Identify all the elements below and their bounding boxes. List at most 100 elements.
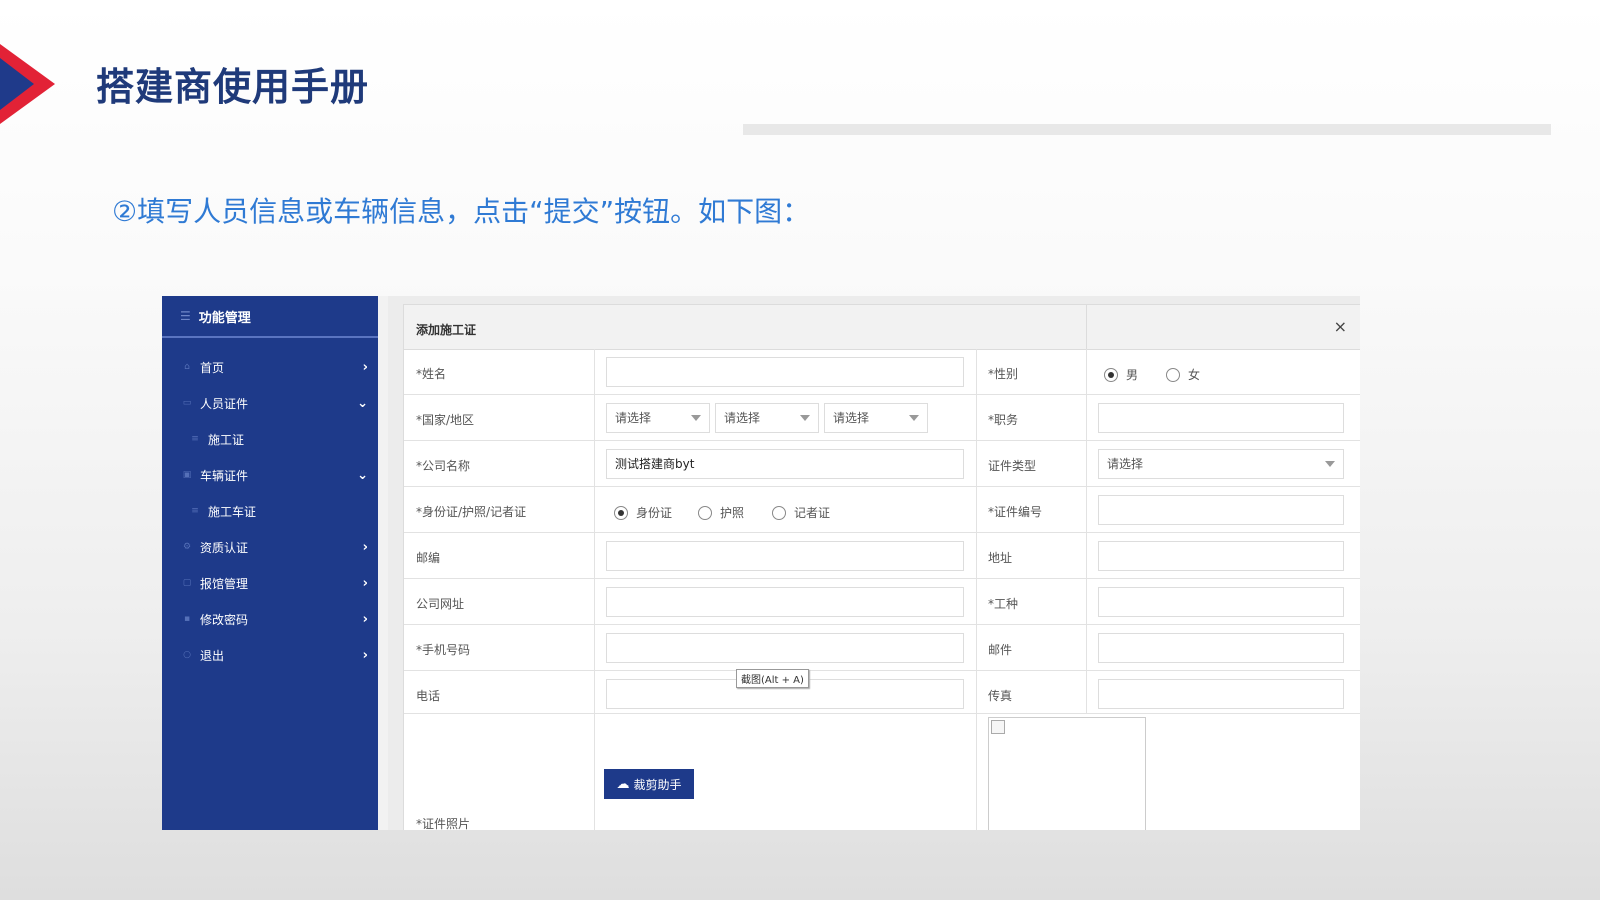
passport-label: 护照 <box>720 506 745 520</box>
sidebar-item-label: 报馆管理 <box>200 576 249 591</box>
id-type-label: *身份证/护照/记者证 <box>416 505 527 519</box>
content-gutter <box>378 296 388 830</box>
name-input[interactable] <box>606 357 964 387</box>
id-card-icon: ▭ <box>182 398 192 408</box>
chevron-down-icon: ⌄ <box>357 467 368 483</box>
close-icon[interactable]: × <box>1334 317 1347 336</box>
phone-label: 电话 <box>416 689 441 703</box>
company-input[interactable]: 测试搭建商byt <box>606 449 964 479</box>
position-label: *职务 <box>988 413 1019 427</box>
chevron-right-icon: › <box>362 539 368 555</box>
sidebar-item-label: 人员证件 <box>200 396 249 411</box>
sidebar-item-home[interactable]: ⌂ 首页 › <box>162 352 378 382</box>
country-label: *国家/地区 <box>416 413 475 427</box>
sidebar-item-vehicle-pass[interactable]: ≡ 施工车证 <box>162 496 378 526</box>
header-divider <box>1086 305 1087 349</box>
car-icon: ▣ <box>182 470 192 480</box>
email-label: 邮件 <box>988 643 1013 657</box>
website-label: 公司网址 <box>416 597 465 611</box>
chevron-right-icon: › <box>362 575 368 591</box>
mobile-label: *手机号码 <box>416 643 471 657</box>
sidebar-item-construction-pass[interactable]: ≡ 施工证 <box>162 424 378 454</box>
fax-input[interactable] <box>1098 679 1344 709</box>
press-card-label: 记者证 <box>794 506 831 520</box>
gear-icon: ⚙ <box>182 542 192 552</box>
select-placeholder: 请选择 <box>615 411 652 425</box>
title-arrow-blue <box>0 58 34 110</box>
select-placeholder: 请选择 <box>1107 457 1144 471</box>
id-card-radio[interactable]: 身份证 <box>614 504 672 521</box>
page-title: 搭建商使用手册 <box>96 65 370 109</box>
sidebar-item-label: 施工车证 <box>208 504 257 519</box>
dropdown-caret-icon <box>909 415 919 421</box>
cert-type-select[interactable]: 请选择 <box>1098 449 1344 479</box>
radio-unchecked-icon <box>1166 367 1180 382</box>
add-construction-pass-dialog: 添加施工证 × *姓名 *性别 男 女 *国家/地区 请选择 请选择 请选择 *… <box>403 304 1360 830</box>
gender-label: *性别 <box>988 367 1019 381</box>
lock-icon: ▪ <box>183 614 191 624</box>
sidebar-item-label: 首页 <box>200 360 225 375</box>
power-icon: ○ <box>183 650 191 660</box>
folder-icon: ▢ <box>182 578 192 588</box>
select-placeholder: 请选择 <box>724 411 761 425</box>
job-type-input[interactable] <box>1098 587 1344 617</box>
province-select[interactable]: 请选择 <box>715 403 819 433</box>
sidebar-item-personnel-cert[interactable]: ▭ 人员证件 ⌄ <box>162 388 378 418</box>
chevron-right-icon: › <box>362 647 368 663</box>
dropdown-caret-icon <box>691 415 701 421</box>
cloud-upload-icon: ☁ <box>616 776 630 792</box>
sidebar-item-vehicle-cert[interactable]: ▣ 车辆证件 ⌄ <box>162 460 378 490</box>
job-type-label: *工种 <box>988 597 1019 611</box>
gender-male-label: 男 <box>1126 368 1139 382</box>
sidebar-item-change-password[interactable]: ▪ 修改密码 › <box>162 604 378 634</box>
crop-helper-button[interactable]: ☁ 裁剪助手 <box>604 769 694 799</box>
mobile-input[interactable] <box>606 633 964 663</box>
id-card-label: 身份证 <box>636 506 673 520</box>
crop-helper-label: 裁剪助手 <box>633 777 682 792</box>
address-input[interactable] <box>1098 541 1344 571</box>
sidebar-item-label: 退出 <box>200 648 225 663</box>
radio-unchecked-icon <box>698 505 712 520</box>
position-input[interactable] <box>1098 403 1344 433</box>
website-input[interactable] <box>606 587 964 617</box>
sidebar-item-logout[interactable]: ○ 退出 › <box>162 640 378 670</box>
postcode-label: 邮编 <box>416 551 441 565</box>
cert-type-label: 证件类型 <box>988 459 1037 473</box>
sidebar-item-label: 施工证 <box>208 432 245 447</box>
dropdown-caret-icon <box>800 415 810 421</box>
sidebar-item-booth-report[interactable]: ▢ 报馆管理 › <box>162 568 378 598</box>
email-input[interactable] <box>1098 633 1344 663</box>
radio-checked-icon <box>614 505 628 520</box>
postcode-input[interactable] <box>606 541 964 571</box>
chevron-right-icon: › <box>362 359 368 375</box>
gender-male-radio[interactable]: 男 <box>1104 366 1138 383</box>
select-placeholder: 请选择 <box>833 411 870 425</box>
press-card-radio[interactable]: 记者证 <box>772 504 830 521</box>
sidebar-header: ☰ 功能管理 <box>162 296 378 338</box>
sidebar-item-label: 资质认证 <box>200 540 249 555</box>
photo-label: *证件照片 <box>416 817 471 830</box>
menu-list-icon: ☰ <box>180 309 191 323</box>
cert-no-input[interactable] <box>1098 495 1344 525</box>
photo-preview[interactable] <box>988 717 1146 830</box>
country-select[interactable]: 请选择 <box>606 403 710 433</box>
list-icon: ≡ <box>191 506 199 516</box>
cert-no-label: *证件编号 <box>988 505 1043 519</box>
radio-unchecked-icon <box>772 505 786 520</box>
name-label: *姓名 <box>416 367 447 381</box>
sidebar: ☰ 功能管理 ⌂ 首页 › ▭ 人员证件 ⌄ ≡ 施工证 ▣ 车辆证件 ⌄ ≡ … <box>162 296 378 830</box>
passport-radio[interactable]: 护照 <box>698 504 744 521</box>
dialog-title: 添加施工证 <box>416 323 477 337</box>
gender-female-label: 女 <box>1188 368 1201 382</box>
sidebar-item-label: 车辆证件 <box>200 468 249 483</box>
dropdown-caret-icon <box>1325 461 1335 467</box>
fax-label: 传真 <box>988 689 1013 703</box>
sidebar-item-qualification[interactable]: ⚙ 资质认证 › <box>162 532 378 562</box>
gender-female-radio[interactable]: 女 <box>1166 366 1200 383</box>
app-screenshot: ☰ 功能管理 ⌂ 首页 › ▭ 人员证件 ⌄ ≡ 施工证 ▣ 车辆证件 ⌄ ≡ … <box>162 296 1360 830</box>
city-select[interactable]: 请选择 <box>824 403 928 433</box>
list-icon: ≡ <box>191 434 199 444</box>
title-underline <box>743 124 1551 135</box>
screenshot-tooltip: 截图(Alt + A) <box>736 669 809 688</box>
address-label: 地址 <box>988 551 1013 565</box>
